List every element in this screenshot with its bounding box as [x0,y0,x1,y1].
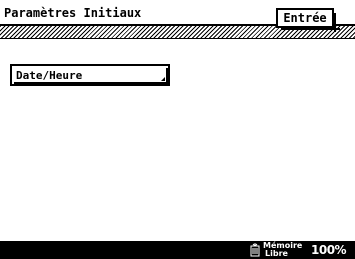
memory-label-line2: Libre [265,249,288,258]
divider [0,38,355,39]
enter-button[interactable]: Entrée [276,8,340,32]
memory-label: Mémoire Libre [263,242,313,258]
date-time-button[interactable]: Date/Heure [10,64,170,86]
enter-button-shadow-bottom [281,28,340,30]
date-time-button-shadow-bottom [14,82,168,84]
memory-value: 100% [311,243,347,257]
date-time-button-label: Date/Heure [16,69,83,82]
corner-indicator-icon [161,77,165,81]
memory-icon [250,243,260,257]
page-title: Paramètres Initiaux [4,6,142,20]
screen: Paramètres Initiaux Entrée Date/Heure Mé… [0,0,355,259]
enter-button-label: Entrée [283,11,327,25]
status-bar: Mémoire Libre 100% [0,241,355,259]
